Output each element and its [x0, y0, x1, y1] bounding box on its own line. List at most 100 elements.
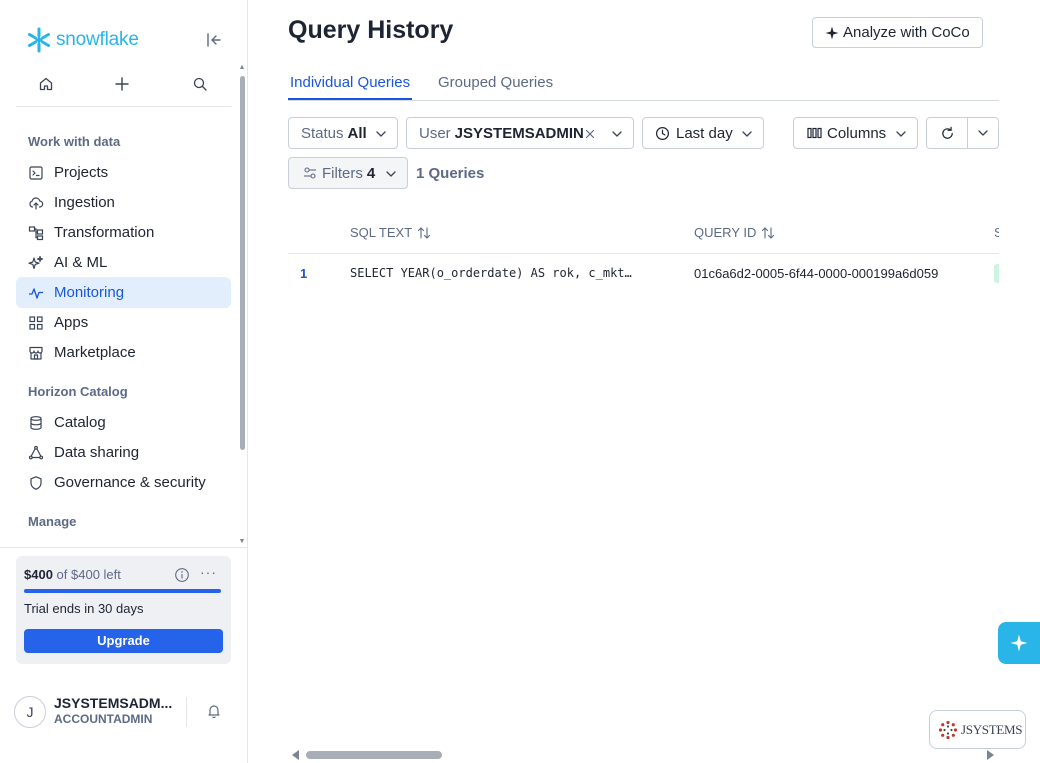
- sidebar-item-label: Catalog: [54, 414, 106, 431]
- sidebar-item-transformation[interactable]: Transformation: [16, 217, 231, 248]
- table-row[interactable]: 1 SELECT YEAR(o_orderdate) AS rok, c_mkt…: [288, 254, 999, 292]
- coco-assistant-button[interactable]: [998, 622, 1040, 664]
- sidebar-item-ai-ml[interactable]: AI & ML: [16, 247, 231, 278]
- avatar[interactable]: J: [14, 696, 46, 728]
- refresh-icon: [941, 126, 953, 139]
- sidebar-item-label: Ingestion: [54, 194, 115, 211]
- user-profile[interactable]: J JSYSTEMSADM... ACCOUNTADMIN: [14, 695, 234, 729]
- filters-button[interactable]: Filters 4: [288, 157, 408, 189]
- sidebar-item-apps[interactable]: Apps: [16, 307, 231, 338]
- status-filter-value: All: [347, 124, 367, 142]
- divider: [0, 547, 247, 548]
- columns-button[interactable]: Columns: [793, 117, 918, 149]
- collapse-sidebar-icon[interactable]: [204, 30, 224, 50]
- sidebar-item-label: Marketplace: [54, 344, 136, 361]
- credit-amount-value: $400: [24, 567, 53, 582]
- column-label: S: [994, 225, 999, 240]
- filters-count: 4: [366, 164, 376, 182]
- section-work-with-data: Work with data: [28, 134, 121, 149]
- active-tab-indicator: [288, 98, 412, 100]
- status-filter[interactable]: Status All: [288, 117, 398, 149]
- time-range-value: Last day: [676, 124, 733, 142]
- chevron-down-icon: [375, 128, 387, 140]
- sidebar-quick-actions: [0, 72, 236, 96]
- analyze-with-coco-button[interactable]: Analyze with CoCo: [812, 17, 983, 48]
- sidebar-item-ingestion[interactable]: Ingestion: [16, 187, 231, 218]
- column-label: SQL TEXT: [350, 225, 413, 240]
- sidebar-item-governance-security[interactable]: Governance & security: [16, 467, 231, 498]
- trial-ends-text: Trial ends in 30 days: [24, 601, 144, 616]
- sidebar-item-label: Transformation: [54, 224, 155, 241]
- info-icon[interactable]: [174, 567, 190, 583]
- refresh-button[interactable]: [926, 117, 968, 149]
- tab-grouped-queries[interactable]: Grouped Queries: [438, 74, 553, 91]
- snowflake-logo-icon: [28, 27, 50, 53]
- chevron-down-icon: [611, 128, 623, 140]
- query-count: 1 Queries: [416, 165, 485, 182]
- search-icon[interactable]: [188, 72, 212, 96]
- sparkles-icon: [28, 255, 44, 271]
- sidebar-item-data-sharing[interactable]: Data sharing: [16, 437, 231, 468]
- sparkle-icon: [825, 26, 839, 39]
- column-header-sql-text[interactable]: SQL TEXT: [350, 225, 431, 240]
- sparkle-icon: [1010, 634, 1028, 652]
- sidebar-item-label: Monitoring: [54, 284, 125, 301]
- section-horizon-catalog: Horizon Catalog: [28, 384, 128, 399]
- filter-icon: [303, 166, 317, 180]
- sort-icon: [418, 226, 431, 239]
- sidebar-item-projects[interactable]: Projects: [16, 157, 231, 188]
- refresh-options-button[interactable]: [967, 117, 999, 149]
- sidebar-scroll-thumb[interactable]: [240, 76, 245, 450]
- bell-icon[interactable]: [206, 703, 222, 719]
- user-filter-value: JSYSTEMSADMIN: [454, 124, 584, 142]
- divider: [16, 106, 232, 107]
- column-header-query-id[interactable]: QUERY ID: [694, 225, 775, 240]
- jsystems-badge-text: JSYSTEMS: [961, 721, 1023, 737]
- divider: [186, 697, 187, 727]
- jsystems-logo-icon: [938, 720, 958, 739]
- column-header-status[interactable]: S: [994, 225, 999, 240]
- user-filter-label: User: [419, 124, 451, 142]
- section-manage: Manage: [28, 514, 77, 529]
- sql-text-cell: SELECT YEAR(o_orderdate) AS rok, c_mkt…: [350, 266, 632, 280]
- columns-label: Columns: [827, 124, 887, 142]
- user-filter[interactable]: User JSYSTEMSADMIN: [406, 117, 634, 149]
- sidebar-item-monitoring[interactable]: Monitoring: [16, 277, 231, 308]
- clock-icon: [655, 126, 670, 141]
- analyze-label: Analyze with CoCo: [843, 24, 970, 41]
- filters-label: Filters: [322, 164, 363, 182]
- terminal-icon: [28, 165, 44, 181]
- grid-icon: [28, 315, 44, 331]
- upgrade-button[interactable]: Upgrade: [24, 629, 223, 653]
- sidebar-item-label: Apps: [54, 314, 89, 331]
- home-icon[interactable]: [34, 72, 58, 96]
- user-role: ACCOUNTADMIN: [54, 712, 153, 726]
- time-range-filter[interactable]: Last day: [642, 117, 764, 149]
- scroll-down-arrow-icon[interactable]: ▼: [238, 538, 246, 546]
- sidebar-nav: Work with data Projects Ingestion Transf…: [0, 124, 236, 542]
- columns-icon: [807, 127, 822, 139]
- plus-icon[interactable]: [110, 72, 134, 96]
- share-icon: [28, 445, 44, 461]
- scroll-up-arrow-icon[interactable]: ▲: [238, 64, 246, 72]
- sort-icon: [762, 226, 775, 239]
- clear-filter-icon[interactable]: [583, 127, 597, 141]
- credit-amount-of: of $400 left: [56, 567, 121, 582]
- store-icon: [28, 345, 44, 361]
- tab-individual-queries[interactable]: Individual Queries: [290, 74, 410, 91]
- status-badge: [994, 264, 999, 283]
- horizontal-scroll-thumb[interactable]: [306, 751, 442, 759]
- more-options-icon[interactable]: ···: [200, 564, 217, 580]
- credit-progress-bar: [24, 589, 221, 593]
- sidebar-item-marketplace[interactable]: Marketplace: [16, 337, 231, 368]
- scroll-left-arrow-icon[interactable]: [292, 750, 299, 760]
- snowflake-logo[interactable]: snowflake: [26, 27, 139, 53]
- credit-amount: $400 of $400 left: [24, 567, 121, 582]
- sidebar-item-label: Projects: [54, 164, 109, 181]
- scroll-right-arrow-icon[interactable]: [987, 750, 994, 760]
- sidebar-item-catalog[interactable]: Catalog: [16, 407, 231, 438]
- cloud-upload-icon: [28, 195, 44, 211]
- activity-icon: [28, 285, 44, 301]
- query-id-cell: 01c6a6d2-0005-6f44-0000-000199a6d059: [694, 266, 939, 281]
- sidebar-item-label: Data sharing: [54, 444, 140, 461]
